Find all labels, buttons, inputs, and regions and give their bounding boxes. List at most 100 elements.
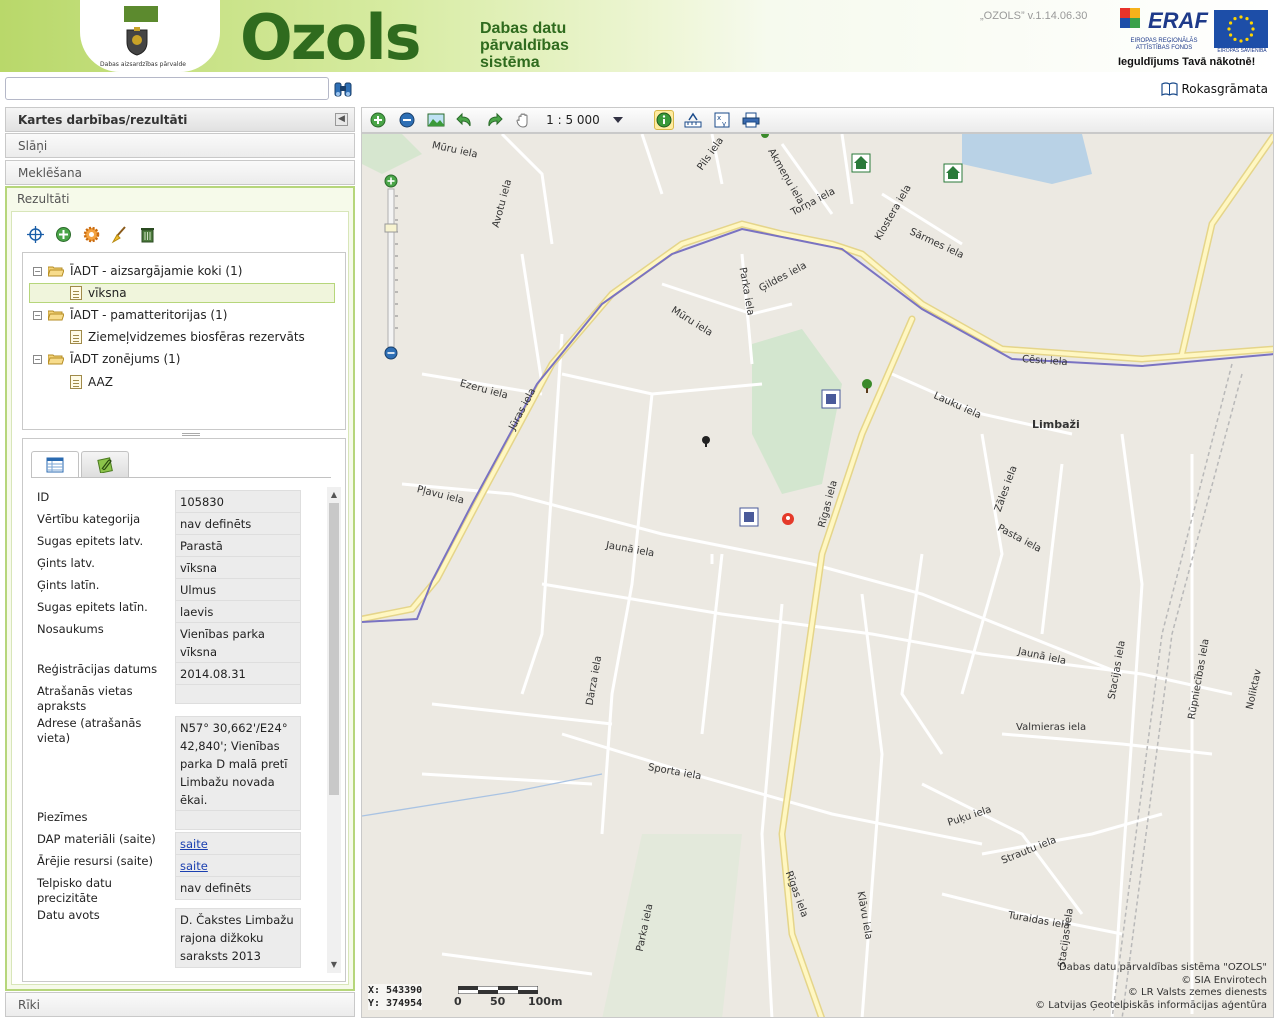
accordion-search[interactable]: Meklēšana: [5, 160, 355, 185]
delete-trash-icon[interactable]: [138, 225, 157, 244]
document-icon: [70, 330, 82, 344]
map-copyright: Dabas datu pārvaldības sistēma "OZOLS" ©…: [1035, 962, 1267, 1012]
tree-group-koki[interactable]: − ĪADT - aizsargājamie koki (1): [33, 261, 242, 281]
tab-attachments[interactable]: [81, 451, 129, 477]
tree-item-aaz[interactable]: AAZ: [70, 372, 113, 392]
map-canvas[interactable]: [362, 134, 1274, 1018]
coord-x: X: 543390: [368, 985, 423, 996]
scale-dropdown-icon[interactable]: [613, 117, 623, 123]
manual-label: Rokasgrāmata: [1181, 82, 1269, 96]
map-marker-tree-black-icon[interactable]: [702, 436, 710, 447]
version-label: „OZOLS” v.1.14.06.30: [980, 10, 1088, 22]
map-marker-info-icon[interactable]: [739, 507, 759, 527]
table-icon: [46, 457, 64, 473]
map-toolbar: 1 : 5 000 xy: [361, 107, 1274, 133]
eraf-title: ERAF: [1148, 8, 1208, 33]
scroll-thumb[interactable]: [329, 503, 339, 795]
external-resources-link[interactable]: saite: [180, 859, 208, 873]
scroll-up-icon[interactable]: ▲: [329, 490, 339, 500]
document-icon: [70, 375, 82, 389]
dap-materials-link[interactable]: saite: [180, 837, 208, 851]
tree-item-biosferas[interactable]: Ziemeļvidzemes biosfēras rezervāts: [70, 327, 305, 347]
map-marker-tree-green-icon[interactable]: [761, 134, 769, 138]
results-toolbar: [26, 225, 157, 244]
measure-button[interactable]: [683, 110, 703, 130]
scale-bar-labels: 0 50 100m: [454, 995, 562, 1008]
landscape-icon: [427, 113, 445, 127]
zoom-out-icon: [399, 112, 415, 128]
attr-label: Ģints latv.: [37, 556, 95, 570]
tab-attributes[interactable]: [31, 451, 79, 478]
attr-label: Datu avots: [37, 908, 100, 922]
tree-group-pamatteritorijas[interactable]: − ĪADT - pamatteritorijas (1): [33, 305, 227, 325]
previous-extent-button[interactable]: [455, 110, 475, 130]
copyright-line: © LR Valsts zemes dienests: [1127, 987, 1267, 998]
attr-label: DAP materiāli (saite): [37, 832, 156, 846]
results-title[interactable]: Rezultāti: [17, 192, 70, 206]
attr-label: Ģints latīn.: [37, 578, 100, 592]
map-marker-selected-tree-icon[interactable]: [782, 513, 794, 525]
zoom-to-results-icon[interactable]: [54, 225, 73, 244]
pan-button[interactable]: [513, 110, 533, 130]
manual-link[interactable]: Rokasgrāmata: [1160, 82, 1269, 96]
attachment-icon: [97, 456, 113, 473]
settings-gear-icon[interactable]: [82, 225, 101, 244]
panel-main-header: Kartes darbības/rezultāti ◀: [5, 107, 355, 132]
attr-value: Ulmus: [175, 578, 301, 602]
eu-flag-icon: [1214, 10, 1268, 48]
binoculars-search-icon[interactable]: [333, 79, 353, 99]
street-label: Valmieras iela: [1016, 722, 1087, 733]
app-subtitle: Dabas datu pārvaldības sistēma: [480, 20, 569, 71]
zoom-in-button[interactable]: [368, 110, 388, 130]
tree-group-zonejums[interactable]: − ĪADT zonējums (1): [33, 349, 180, 369]
detail-scrollbar[interactable]: ▲ ▼: [327, 487, 341, 973]
attr-label: Sugas epitets latīn.: [37, 600, 148, 614]
tree-item-viksna[interactable]: vīksna: [29, 283, 335, 303]
collapse-toggle-icon[interactable]: −: [33, 266, 42, 276]
redo-arrow-icon: [488, 112, 503, 127]
slogan: Ieguldījums Tavā nākotnē!: [1118, 56, 1256, 68]
next-extent-button[interactable]: [484, 110, 504, 130]
zoom-out-button[interactable]: [397, 110, 417, 130]
measure-icon: [684, 112, 702, 128]
folder-open-icon: [48, 354, 64, 365]
town-label: Limbaži: [1032, 418, 1080, 431]
scale-bar: 0 50 100m: [454, 986, 562, 1008]
copyright-line: Dabas datu pārvaldības sistēma "OZOLS": [1058, 962, 1267, 973]
scale-selector[interactable]: 1 : 5 000: [542, 113, 604, 127]
map-marker-culture-icon[interactable]: [851, 153, 871, 173]
panel-splitter[interactable]: [182, 433, 200, 436]
zoom-in-icon: [370, 112, 386, 128]
attr-label: Sugas epitets latv.: [37, 534, 144, 548]
left-panel: Kartes darbības/rezultāti ◀ Slāņi Meklēš…: [5, 107, 355, 1019]
crosshair-locate-icon[interactable]: [26, 225, 45, 244]
map-marker-info-icon[interactable]: [821, 389, 841, 409]
app-logo: Ozols: [240, 1, 422, 73]
scroll-down-icon[interactable]: ▼: [329, 960, 339, 970]
subtitle-line-2: pārvaldības: [480, 37, 569, 54]
coordinates-button[interactable]: xy: [712, 110, 732, 130]
identify-button[interactable]: [654, 110, 674, 130]
detail-tabs: [31, 451, 129, 478]
clear-brush-icon[interactable]: [110, 225, 129, 244]
app-header: Dabas aizsardzības pārvalde Ozols Dabas …: [0, 0, 1280, 72]
search-row: Rokasgrāmata: [0, 72, 1280, 106]
attribute-detail: ID 105830 Vērtību kategorija nav definēt…: [22, 438, 346, 982]
accordion-tools[interactable]: Rīki: [5, 992, 355, 1017]
accordion-layers[interactable]: Slāņi: [5, 133, 355, 158]
full-extent-button[interactable]: [426, 110, 446, 130]
attr-value: laevis: [175, 600, 301, 624]
map-view[interactable]: Mūru iela Pils iela Akmeņu iela Torņa ie…: [361, 133, 1274, 1018]
zoom-slider[interactable]: [384, 174, 398, 360]
print-button[interactable]: [741, 110, 761, 130]
crest-caption: Dabas aizsardzības pārvalde: [100, 61, 186, 68]
map-marker-tree-green-icon[interactable]: [862, 379, 872, 393]
tree-label: ĪADT zonējums (1): [70, 352, 181, 366]
tree-label: ĪADT - pamatteritorijas (1): [70, 308, 228, 322]
collapse-toggle-icon[interactable]: −: [33, 354, 42, 364]
collapse-panel-icon[interactable]: ◀: [335, 113, 348, 126]
attr-value: Parastā: [175, 534, 301, 558]
collapse-toggle-icon[interactable]: −: [33, 310, 42, 320]
search-input[interactable]: [5, 77, 329, 100]
map-marker-culture-icon[interactable]: [943, 163, 963, 183]
